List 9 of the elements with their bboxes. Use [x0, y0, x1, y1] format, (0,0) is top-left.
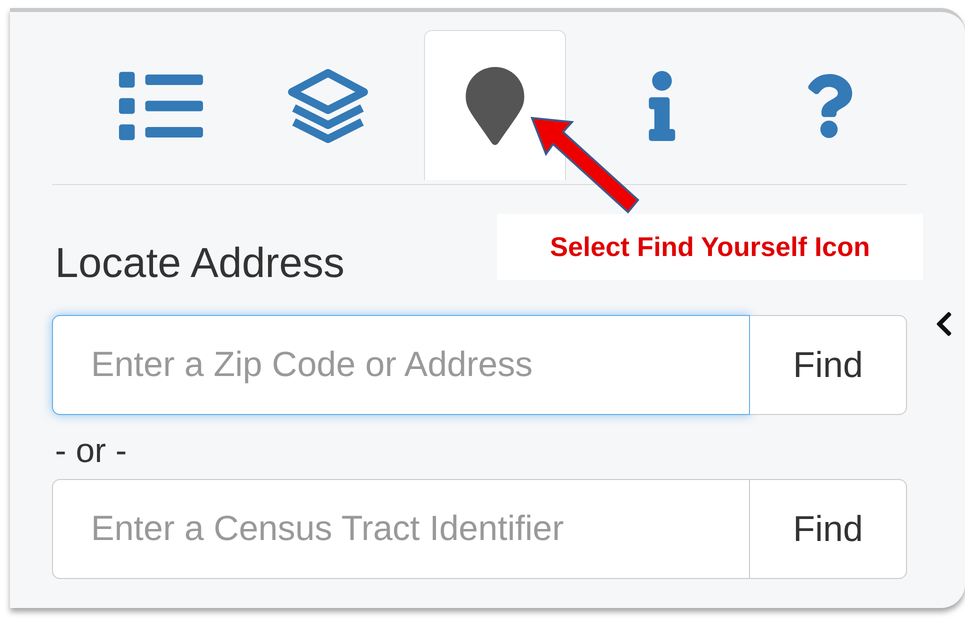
find-button[interactable]: Find — [750, 315, 907, 415]
tab[interactable] — [424, 30, 566, 180]
callout-text: Select Find Yourself Icon — [497, 214, 923, 280]
layers-icon — [285, 68, 371, 144]
section-heading: Locate Address — [55, 238, 345, 288]
find-button[interactable]: Find — [750, 479, 907, 579]
search-field[interactable]: Enter a Census Tract Identifier — [52, 479, 750, 579]
or-separator: - or - — [55, 431, 127, 471]
search-field[interactable]: Enter a Zip Code or Address — [52, 315, 750, 415]
